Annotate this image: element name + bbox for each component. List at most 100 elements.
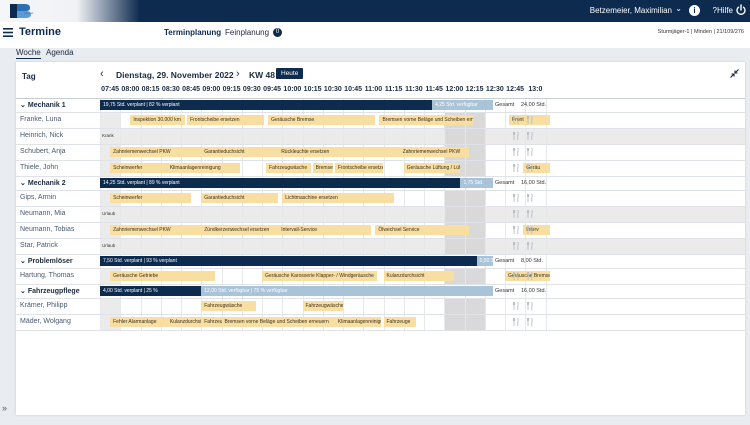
row-divider: [16, 190, 745, 191]
employee-name[interactable]: Schubert, Anja: [20, 148, 66, 155]
employee-name[interactable]: Krämer, Philipp: [20, 302, 67, 309]
group-total-hours: 16,00 Std.: [521, 180, 547, 186]
nav-feinplanung[interactable]: Feinplanung: [225, 28, 269, 37]
group-name: Mechanik 2: [27, 180, 66, 187]
break-icon: [527, 194, 533, 202]
break-icon: [513, 148, 519, 156]
group-label-3[interactable]: ⌄ Fahrzeugpflege: [20, 287, 80, 295]
user-name[interactable]: Betzemeier, Maximilian: [590, 6, 672, 15]
logo[interactable]: partner: [0, 0, 140, 22]
power-icon[interactable]: [735, 4, 747, 16]
appointment-block[interactable]: Geräusche Getriebe: [110, 271, 216, 281]
employee-name[interactable]: Mäder, Wolgang: [20, 318, 71, 325]
appointment-block[interactable]: Lichtmaschine ersetzen: [282, 193, 394, 203]
appointment-block[interactable]: Garantieduchsicht: [201, 193, 279, 203]
appointment-block[interactable]: Klimaanlagenreinigung: [166, 163, 240, 173]
appointment-block[interactable]: Frontscheibe ersetzen: [334, 163, 384, 173]
appointment-block[interactable]: Fahrzeugwäsche: [302, 301, 343, 311]
appointment-block[interactable]: Frontscheibe ersetzen: [187, 115, 264, 125]
employee-name[interactable]: Star, Patrick: [20, 242, 58, 249]
chevron-down-icon[interactable]: ⌄: [20, 258, 26, 265]
help-link[interactable]: ?Hilfe: [713, 6, 733, 15]
gesamt-label: Gesamt: [495, 258, 515, 264]
appointment-block[interactable]: Rückleuchte ersetzen: [278, 147, 400, 157]
appointment-block[interactable]: Bremsen v: [312, 163, 333, 173]
group-total-hours: 8,00 Std.: [521, 258, 544, 264]
employee-name[interactable]: Heinrich, Nick: [20, 132, 63, 139]
absence-label: Urlaub: [102, 211, 116, 216]
appointment-block[interactable]: Zahnriemenwechsel PKW: [399, 147, 469, 157]
hour-label: 11:00: [364, 86, 383, 93]
hour-label: 07:45: [101, 86, 120, 93]
gesamt-label: Gesamt: [495, 102, 515, 108]
break-icon: [513, 116, 519, 124]
group-label-2[interactable]: ⌄ Problemlöser: [20, 257, 73, 265]
appointment-block[interactable]: Inspektion 30.000 km: [130, 115, 186, 125]
break-icon: [527, 116, 533, 124]
employee-name[interactable]: Neumann, Tobias: [20, 226, 74, 233]
appointment-block[interactable]: Zahnriemenwechsel PKW: [110, 147, 202, 157]
appointment-block[interactable]: Fahrzeugwäsche: [201, 301, 256, 311]
hour-label: 10:30: [323, 86, 342, 93]
break-icon: [527, 226, 533, 234]
appointment-block[interactable]: Zündkerzenwechsel ersetzen: [201, 225, 279, 235]
appointment-block[interactable]: Geräusche Bremse: [268, 115, 376, 125]
chevron-right-icon[interactable]: ›: [236, 68, 240, 80]
appointment-block[interactable]: Geräusche Karosserie Klapper- / Windgerä…: [262, 271, 378, 281]
appointment-block[interactable]: Intervall-Service: [278, 225, 372, 235]
info-icon[interactable]: i: [689, 5, 700, 16]
hour-label: 09:30: [242, 86, 261, 93]
employee-name[interactable]: Thiele, John: [20, 164, 58, 171]
group-label-0[interactable]: ⌄ Mechanik 1: [20, 101, 66, 109]
group-label-1[interactable]: ⌄ Mechanik 2: [20, 179, 66, 187]
break-icon: [513, 210, 519, 218]
available-capacity-bar: 12,00 Std. verfügbar | 75 % verfügbar: [201, 286, 493, 296]
break-icon: [513, 272, 519, 280]
nav-terminplanung[interactable]: Terminplanung: [164, 28, 221, 37]
grid-line: [505, 98, 506, 330]
hour-label: 12:15: [465, 86, 484, 93]
employee-name[interactable]: Neumann, Mia: [20, 210, 66, 217]
date-label: Dienstag, 29. November 2022: [116, 70, 234, 80]
chevron-down-icon[interactable]: ⌄: [20, 288, 26, 295]
appointment-block[interactable]: Bremsen vorne Beläge und Scheiben erneue…: [221, 317, 335, 327]
expand-sidebar-icon[interactable]: »: [2, 403, 7, 413]
planned-capacity-bar: 7,50 Std. verplant | 93 % verplant: [100, 256, 477, 266]
break-icon: [527, 210, 533, 218]
chevron-left-icon[interactable]: ‹: [100, 68, 104, 80]
timeline-grid: 07:45 08:00 08:15 08:30 08:45 09:00 09:15 09:30…: [16, 84, 745, 415]
day-view-label: Tag: [22, 72, 36, 81]
appointment-block[interactable]: Geräusche Lüftung / Lüfter: [403, 163, 461, 173]
appointment-block[interactable]: Scheinwerfer: [110, 163, 167, 173]
appointment-block[interactable]: Zahnriemenwechsel PKW: [110, 225, 202, 235]
today-button[interactable]: Heute: [276, 68, 304, 79]
appointment-block[interactable]: Scheinwerfer: [110, 193, 192, 203]
row-divider: [16, 206, 745, 207]
planned-capacity-bar: 14,25 Std. verplant | 89 % verplant: [100, 178, 461, 188]
chevron-down-icon[interactable]: ⌄: [675, 4, 682, 13]
row-divider: [16, 330, 745, 331]
chevron-down-icon[interactable]: ⌄: [20, 180, 26, 187]
appointment-block[interactable]: Garantieduchsicht: [201, 147, 279, 157]
tab-agenda[interactable]: Agenda: [46, 48, 74, 57]
appointment-block[interactable]: Bremsen vorne Beläge und Scheiben erneue…: [379, 115, 473, 125]
group-name: Mechanik 1: [27, 102, 66, 109]
appointment-block[interactable]: Ölwechsel Service: [375, 225, 469, 235]
appointment-block[interactable]: Fahrzeugwäsche: [266, 163, 311, 173]
employee-name[interactable]: Hartung, Thomas: [20, 272, 74, 279]
appointment-block[interactable]: Fahrzeuge: [383, 317, 416, 327]
hamburger-menu-icon[interactable]: [3, 28, 13, 37]
appointment-block[interactable]: Fehler Alarmanlage: [110, 317, 167, 327]
appointment-block[interactable]: Klimaanlagenreinigung: [334, 317, 382, 327]
break-icon: [513, 318, 519, 326]
group-name: Problemlöser: [27, 258, 73, 265]
appointment-block[interactable]: Kulanzdurchsicht: [383, 271, 455, 281]
tab-woche[interactable]: Woche: [16, 48, 41, 59]
employee-name[interactable]: Gips, Armin: [20, 194, 56, 201]
collapse-icon[interactable]: [730, 69, 739, 78]
feinplanung-count-badge: 0: [273, 28, 282, 37]
break-icon: [513, 242, 519, 250]
employee-name[interactable]: Franke, Luna: [20, 116, 61, 123]
break-icon: [513, 164, 519, 172]
chevron-down-icon[interactable]: ⌄: [20, 102, 26, 109]
